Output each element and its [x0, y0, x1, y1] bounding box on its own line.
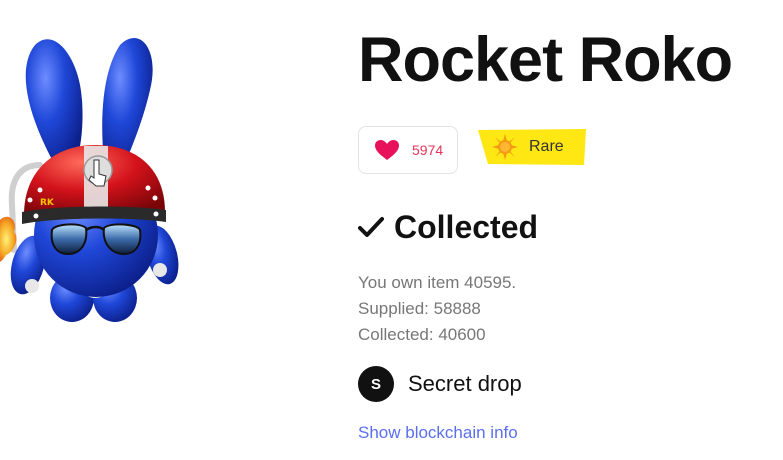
like-count: 5974	[412, 142, 444, 158]
svg-text:RK: RK	[40, 198, 55, 208]
collectible-page: RK Rocket Roko 5974 Rare Collected You o…	[0, 0, 783, 460]
star-icon	[492, 134, 518, 160]
show-blockchain-info-link[interactable]: Show blockchain info	[358, 423, 518, 443]
creator-name: Secret drop	[408, 371, 522, 396]
heart-icon	[375, 140, 399, 160]
ownership-stats: You own item 40595. Supplied: 58888 Coll…	[358, 270, 516, 348]
status-title: Collected	[394, 209, 539, 245]
creator-link[interactable]: S Secret drop	[358, 366, 522, 402]
collected-count: Collected: 40600	[358, 325, 486, 344]
creator-avatar: S	[358, 366, 394, 402]
owned-item-text: You own item 40595.	[358, 273, 517, 292]
supplied-count: Supplied: 58888	[358, 299, 481, 318]
checkmark-icon	[358, 217, 384, 237]
item-title: Rocket Roko	[358, 25, 733, 95]
rarity-label: Rare	[529, 138, 564, 155]
rarity-badge: Rare	[478, 129, 586, 165]
collection-status: Collected	[358, 207, 538, 247]
rocket-roko-artwork: RK	[0, 37, 179, 322]
like-button[interactable]: 5974	[358, 126, 458, 174]
